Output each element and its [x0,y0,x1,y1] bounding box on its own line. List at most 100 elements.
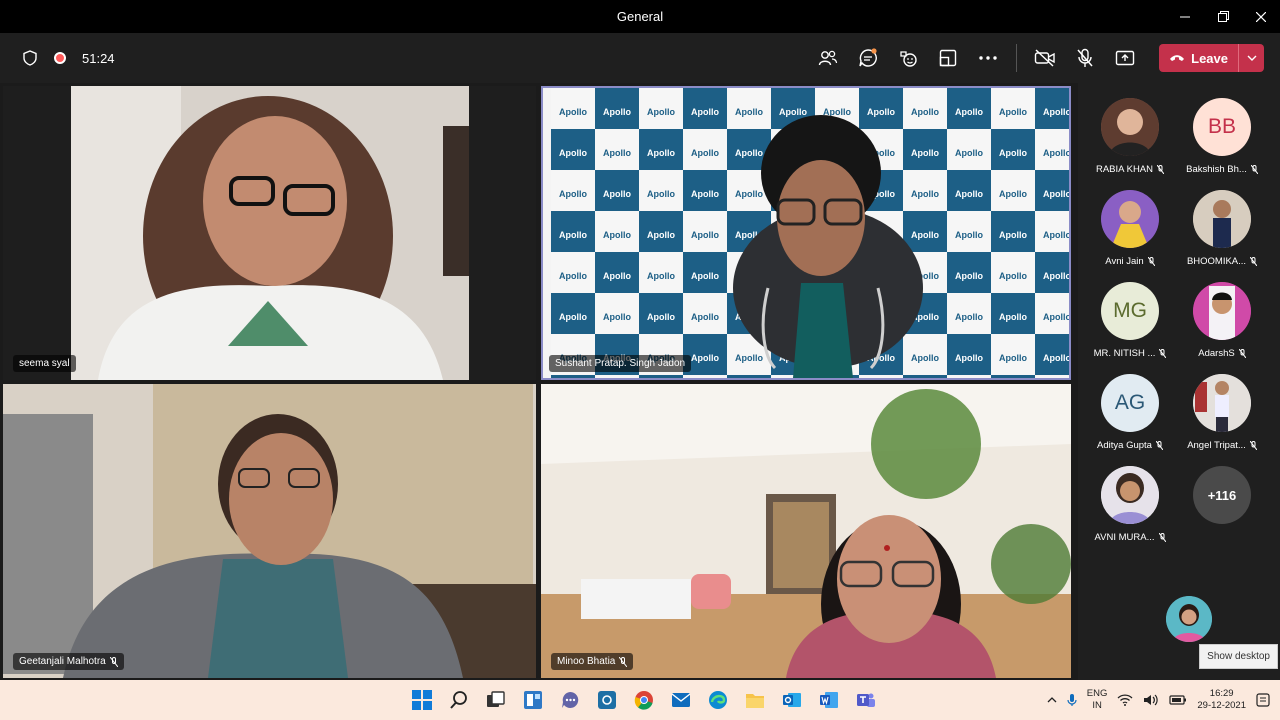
app-button[interactable] [593,686,621,714]
leave-button[interactable]: Leave [1159,44,1238,72]
backdrop-logo: Apollo [999,107,1027,117]
mic-off-icon [1250,257,1258,266]
backdrop-logo: Apollo [955,107,983,117]
backdrop-logo: Apollo [559,271,587,281]
system-tray: ENG IN 16:29 29-12-2021 [1047,680,1270,720]
close-button[interactable] [1242,0,1280,33]
teams-chat-button[interactable] [556,686,584,714]
participant-name-tag: seema syal [13,355,76,372]
microphone-icon[interactable] [1067,693,1077,707]
self-view[interactable] [1143,596,1235,642]
start-button[interactable] [408,686,436,714]
mail-icon [671,693,691,707]
chat-button[interactable] [848,42,888,74]
participant-name: Minoo Bhatia [557,656,616,667]
backdrop-logo: Apollo [955,312,983,322]
system-clock[interactable]: 16:29 29-12-2021 [1197,688,1246,712]
taskbar-apps [408,680,880,720]
meeting-timer: 51:24 [82,50,115,66]
hangup-icon [1170,55,1185,61]
roster-person[interactable]: AG Aditya Gupta [1084,374,1176,451]
meeting-toolbar: 51:24 Leave [0,33,1280,83]
more-actions-button[interactable] [968,42,1008,74]
wifi-icon[interactable] [1117,694,1133,706]
backdrop-square [639,375,683,378]
backdrop-square [551,375,595,378]
video-tile[interactable]: Minoo Bhatia [541,384,1071,678]
avatar [1193,282,1251,340]
roster-person[interactable]: Avni Jain [1084,190,1176,267]
mic-off-icon [1157,165,1165,174]
file-explorer-button[interactable] [741,686,769,714]
language-indicator[interactable]: ENG IN [1087,688,1108,712]
battery-icon[interactable] [1169,694,1187,706]
participant-name-tag: Minoo Bhatia [551,653,634,670]
mail-button[interactable] [667,686,695,714]
word-button[interactable] [815,686,843,714]
backdrop-logo: Apollo [647,271,675,281]
minimize-button[interactable] [1166,0,1204,33]
video-tile[interactable]: Geetanjali Malhotra [3,384,536,678]
mic-button[interactable] [1065,42,1105,74]
mic-off-icon [1250,165,1258,174]
share-button[interactable] [1105,42,1145,74]
participant-video: Apollo Apollo Apollo Apollo Apollo Apollo Apol… [551,88,1069,378]
chrome-button[interactable] [630,686,658,714]
backdrop-logo: Apollo [955,189,983,199]
backdrop-logo: Apollo [691,148,719,158]
roster-person[interactable]: BB Bakshish Bh... [1176,98,1268,175]
participant-roster: RABIA KHAN BB Bakshish Bh... Avni Jain B… [1078,83,1280,680]
notification-icon[interactable] [1256,693,1270,707]
mic-off-icon [1077,48,1093,67]
reactions-button[interactable] [888,42,928,74]
minimize-icon [1180,16,1190,17]
backdrop-logo: Apollo [559,107,587,117]
restore-icon [1217,11,1229,22]
roster-name: Bakshish Bh... [1176,164,1268,175]
roster-person[interactable]: Angel Tripat... [1176,374,1268,451]
backdrop-logo: Apollo [955,148,983,158]
shield-icon[interactable] [22,50,38,66]
outlook-button[interactable] [778,686,806,714]
video-tile-active[interactable]: Apollo Apollo Apollo Apollo Apollo Apollo Apol… [541,86,1071,380]
folder-icon [746,694,764,708]
participants-button[interactable] [808,42,848,74]
leave-label: Leave [1191,50,1228,66]
task-view-button[interactable] [482,686,510,714]
backdrop-logo: Apollo [647,312,675,322]
roster-name: AdarshS [1176,348,1268,359]
roster-person[interactable]: RABIA KHAN [1084,98,1176,175]
roster-name: BHOOMIKA... [1176,256,1268,267]
widgets-icon [524,691,542,709]
roster-person[interactable]: AdarshS [1176,282,1268,359]
widgets-button[interactable] [519,686,547,714]
roster-person[interactable]: AVNI MURA... [1084,466,1176,543]
participant-name-tag: Sushant Pratap. Singh Jadon [549,355,692,372]
roster-person[interactable]: MG MR. NITISH ... [1084,282,1176,359]
backdrop-logo: Apollo [647,107,675,117]
backdrop-logo: Apollo [1043,312,1069,322]
participant-name: Geetanjali Malhotra [19,656,106,667]
mic-off-icon [109,656,118,667]
video-tile[interactable]: seema syal [3,86,536,380]
roster-person[interactable]: BHOOMIKA... [1176,190,1268,267]
roster-name: AVNI MURA... [1084,532,1176,543]
backdrop-logo: Apollo [955,230,983,240]
chevron-up-icon[interactable] [1047,696,1057,704]
more-participants[interactable]: +116 [1176,466,1268,524]
volume-icon[interactable] [1143,694,1159,706]
backdrop-logo: Apollo [691,230,719,240]
video-stage: seema syal Apollo Apollo Apollo Apollo Apoll… [0,83,1280,680]
search-button[interactable] [445,686,473,714]
avatar [1166,596,1212,642]
restore-button[interactable] [1204,0,1242,33]
leave-options-button[interactable] [1238,44,1264,72]
teams-button[interactable] [852,686,880,714]
backdrop-logo: Apollo [911,353,939,363]
more-icon [979,56,997,60]
rooms-button[interactable] [928,42,968,74]
word-icon [820,692,838,708]
edge-button[interactable] [704,686,732,714]
participant-video [3,384,536,678]
camera-button[interactable] [1025,42,1065,74]
